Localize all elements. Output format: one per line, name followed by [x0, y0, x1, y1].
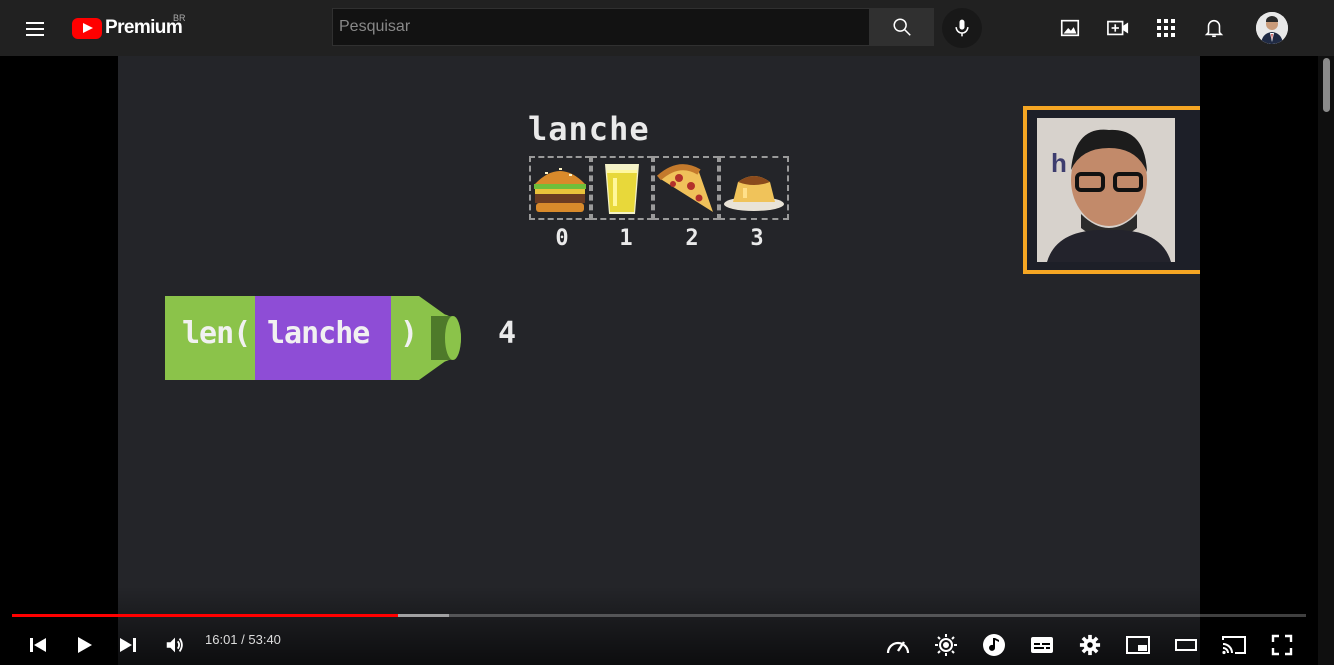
settings-button[interactable] [1072, 627, 1108, 663]
cast-button[interactable] [1216, 627, 1252, 663]
video-player[interactable]: lanche 0 1 2 3 len(lanche) 4 h 16:01 /… [0, 56, 1318, 665]
volume-button[interactable] [157, 627, 193, 663]
scrollbar-thumb[interactable] [1323, 58, 1330, 112]
avatar[interactable] [1256, 12, 1288, 44]
list-title: lanche [528, 110, 650, 148]
menu-icon[interactable] [20, 12, 52, 44]
progress-bar[interactable] [12, 614, 1306, 617]
previous-icon [30, 638, 46, 652]
theater-mode-button[interactable] [1168, 627, 1204, 663]
image-icon[interactable] [1056, 14, 1084, 42]
pizza-slice-icon [656, 164, 713, 212]
notifications-bell-icon[interactable] [1200, 14, 1228, 42]
list-index-2: 2 [685, 226, 699, 251]
fullscreen-icon [1271, 634, 1293, 656]
list-cell-2 [653, 156, 719, 220]
progress-played [12, 614, 398, 617]
webcam-overlay: h [1023, 106, 1200, 274]
presenter-video: h [1037, 118, 1175, 262]
search-button[interactable] [870, 8, 934, 46]
play-icon [78, 637, 92, 653]
video-frame: lanche 0 1 2 3 len(lanche) 4 h [118, 56, 1200, 665]
gear-icon [1079, 634, 1101, 656]
presenter-icon [1047, 129, 1171, 262]
voice-search-button[interactable] [942, 8, 982, 48]
subtitles-icon [1031, 637, 1053, 653]
music-button[interactable] [976, 627, 1012, 663]
list-index-1: 1 [619, 226, 633, 251]
youtube-play-icon [72, 17, 102, 39]
list-cell-1 [591, 156, 653, 220]
pudding-icon [724, 176, 784, 211]
list-cell-3 [719, 156, 789, 220]
apps-grid-icon[interactable] [1152, 14, 1180, 42]
page-scrollbar[interactable] [1319, 56, 1334, 665]
brightness-icon [935, 634, 957, 656]
list-cell-0 [529, 156, 591, 220]
previous-button[interactable] [20, 627, 56, 663]
youtube-premium-logo[interactable]: Premium BR [72, 13, 186, 40]
miniplayer-button[interactable] [1120, 627, 1156, 663]
search-box [332, 8, 870, 46]
list-index-3: 3 [750, 226, 764, 251]
music-note-icon [983, 634, 1005, 656]
len-result: 4 [498, 316, 517, 351]
list-index-0: 0 [555, 226, 569, 251]
playback-speed-button[interactable] [880, 627, 916, 663]
search-icon [892, 18, 911, 36]
cast-icon [1222, 636, 1246, 655]
play-button[interactable] [66, 627, 102, 663]
masthead: Premium BR [0, 0, 1334, 56]
logo-text: Premium [105, 17, 183, 38]
volume-icon [166, 637, 183, 653]
next-icon [120, 638, 136, 652]
subtitles-button[interactable] [1024, 627, 1060, 663]
juice-glass-icon [605, 164, 639, 214]
search-input[interactable] [333, 9, 869, 45]
mic-icon [955, 19, 969, 37]
ambient-mode-button[interactable] [928, 627, 964, 663]
code-arg-label: lanche [267, 316, 370, 351]
time-display: 16:01 / 53:40 [205, 632, 281, 647]
miniplayer-icon [1126, 636, 1150, 654]
hamburger-icon [534, 168, 586, 212]
speedometer-icon [886, 641, 910, 654]
code-close-label: ) [400, 316, 419, 351]
code-func-label: len( [182, 316, 251, 351]
create-video-icon[interactable] [1104, 14, 1132, 42]
theater-icon [1175, 639, 1197, 651]
next-button[interactable] [110, 627, 146, 663]
fullscreen-button[interactable] [1264, 627, 1300, 663]
logo-region: BR [173, 13, 186, 23]
